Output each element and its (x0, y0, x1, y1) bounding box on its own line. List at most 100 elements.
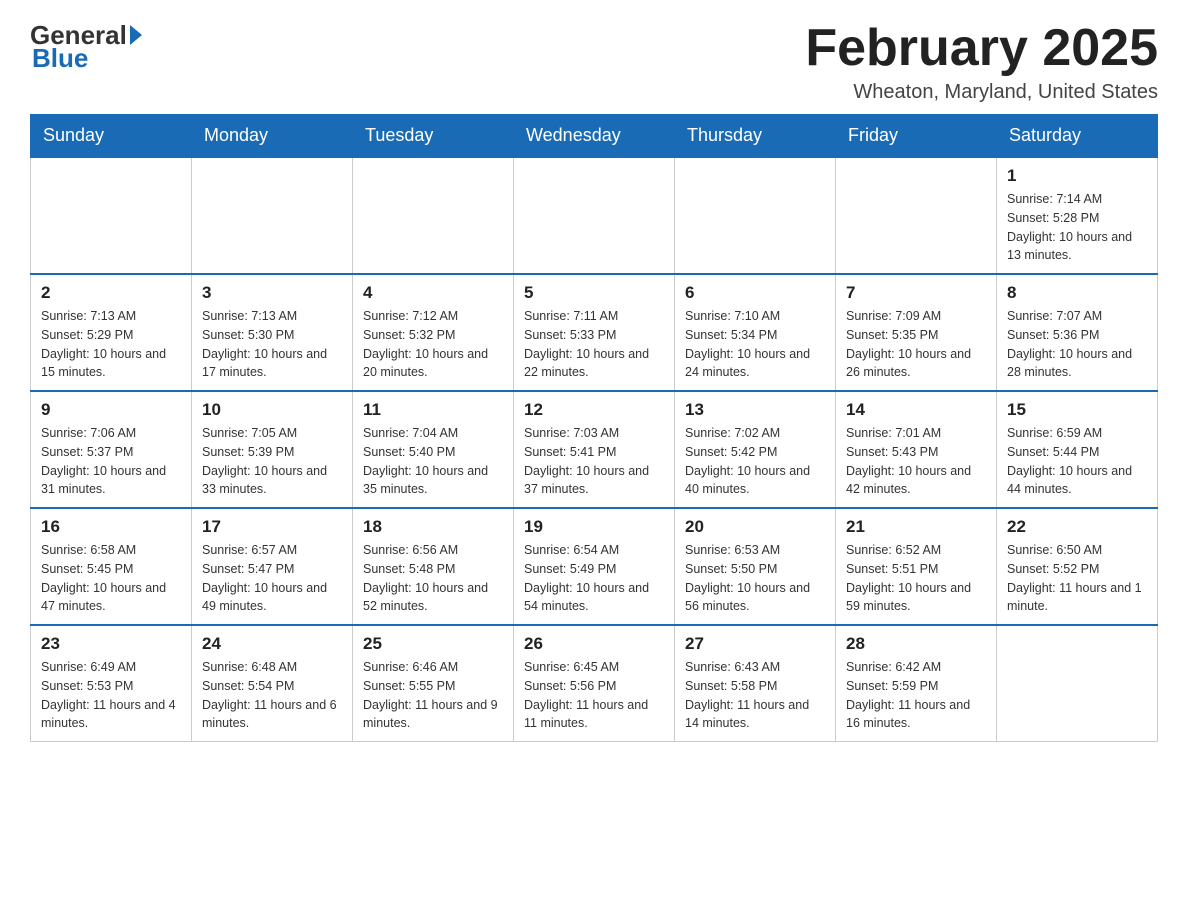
day-number: 26 (524, 634, 664, 654)
calendar-cell: 5 Sunrise: 7:11 AM Sunset: 5:33 PM Daylig… (514, 274, 675, 391)
day-number: 8 (1007, 283, 1147, 303)
calendar-cell (31, 157, 192, 274)
day-number: 1 (1007, 166, 1147, 186)
day-number: 18 (363, 517, 503, 537)
calendar-cell: 19 Sunrise: 6:54 AM Sunset: 5:49 PM Dayli… (514, 508, 675, 625)
day-number: 28 (846, 634, 986, 654)
day-number: 27 (685, 634, 825, 654)
day-number: 9 (41, 400, 181, 420)
location-subtitle: Wheaton, Maryland, United States (805, 81, 1158, 104)
calendar-cell: 8 Sunrise: 7:07 AM Sunset: 5:36 PM Daylig… (997, 274, 1158, 391)
day-number: 17 (202, 517, 342, 537)
calendar-cell: 11 Sunrise: 7:04 AM Sunset: 5:40 PM Dayli… (353, 391, 514, 508)
calendar-cell: 4 Sunrise: 7:12 AM Sunset: 5:32 PM Daylig… (353, 274, 514, 391)
day-info: Sunrise: 7:02 AM Sunset: 5:42 PM Dayligh… (685, 424, 825, 499)
day-info: Sunrise: 6:42 AM Sunset: 5:59 PM Dayligh… (846, 658, 986, 733)
calendar-cell: 24 Sunrise: 6:48 AM Sunset: 5:54 PM Dayli… (192, 625, 353, 742)
day-info: Sunrise: 7:09 AM Sunset: 5:35 PM Dayligh… (846, 307, 986, 382)
day-info: Sunrise: 6:58 AM Sunset: 5:45 PM Dayligh… (41, 541, 181, 616)
calendar-cell: 9 Sunrise: 7:06 AM Sunset: 5:37 PM Daylig… (31, 391, 192, 508)
calendar-cell: 26 Sunrise: 6:45 AM Sunset: 5:56 PM Dayli… (514, 625, 675, 742)
day-number: 25 (363, 634, 503, 654)
day-number: 21 (846, 517, 986, 537)
calendar-cell: 21 Sunrise: 6:52 AM Sunset: 5:51 PM Dayli… (836, 508, 997, 625)
day-number: 14 (846, 400, 986, 420)
calendar-cell: 13 Sunrise: 7:02 AM Sunset: 5:42 PM Dayli… (675, 391, 836, 508)
calendar-cell: 22 Sunrise: 6:50 AM Sunset: 5:52 PM Dayli… (997, 508, 1158, 625)
weekday-header-tuesday: Tuesday (353, 115, 514, 158)
day-number: 7 (846, 283, 986, 303)
calendar-week-row-4: 16 Sunrise: 6:58 AM Sunset: 5:45 PM Dayli… (31, 508, 1158, 625)
day-info: Sunrise: 6:53 AM Sunset: 5:50 PM Dayligh… (685, 541, 825, 616)
calendar-cell: 15 Sunrise: 6:59 AM Sunset: 5:44 PM Dayli… (997, 391, 1158, 508)
day-number: 15 (1007, 400, 1147, 420)
day-number: 2 (41, 283, 181, 303)
day-info: Sunrise: 7:11 AM Sunset: 5:33 PM Dayligh… (524, 307, 664, 382)
day-info: Sunrise: 7:06 AM Sunset: 5:37 PM Dayligh… (41, 424, 181, 499)
calendar-cell (353, 157, 514, 274)
calendar-cell (192, 157, 353, 274)
day-info: Sunrise: 7:12 AM Sunset: 5:32 PM Dayligh… (363, 307, 503, 382)
title-section: February 2025 Wheaton, Maryland, United … (805, 20, 1158, 104)
day-info: Sunrise: 6:59 AM Sunset: 5:44 PM Dayligh… (1007, 424, 1147, 499)
day-number: 10 (202, 400, 342, 420)
day-info: Sunrise: 7:05 AM Sunset: 5:39 PM Dayligh… (202, 424, 342, 499)
calendar-cell: 2 Sunrise: 7:13 AM Sunset: 5:29 PM Daylig… (31, 274, 192, 391)
day-number: 5 (524, 283, 664, 303)
calendar-week-row-1: 1 Sunrise: 7:14 AM Sunset: 5:28 PM Daylig… (31, 157, 1158, 274)
logo-arrow-icon (130, 25, 142, 45)
day-info: Sunrise: 6:46 AM Sunset: 5:55 PM Dayligh… (363, 658, 503, 733)
day-number: 20 (685, 517, 825, 537)
calendar-cell: 14 Sunrise: 7:01 AM Sunset: 5:43 PM Dayli… (836, 391, 997, 508)
calendar-cell: 10 Sunrise: 7:05 AM Sunset: 5:39 PM Dayli… (192, 391, 353, 508)
calendar-cell: 27 Sunrise: 6:43 AM Sunset: 5:58 PM Dayli… (675, 625, 836, 742)
day-info: Sunrise: 7:07 AM Sunset: 5:36 PM Dayligh… (1007, 307, 1147, 382)
calendar-cell: 18 Sunrise: 6:56 AM Sunset: 5:48 PM Dayli… (353, 508, 514, 625)
weekday-header-wednesday: Wednesday (514, 115, 675, 158)
calendar-week-row-5: 23Sunrise: 6:49 AM Sunset: 5:53 PM Dayli… (31, 625, 1158, 742)
day-info: Sunrise: 6:57 AM Sunset: 5:47 PM Dayligh… (202, 541, 342, 616)
calendar-cell: 3Sunrise: 7:13 AM Sunset: 5:30 PM Daylig… (192, 274, 353, 391)
day-info: Sunrise: 7:13 AM Sunset: 5:29 PM Dayligh… (41, 307, 181, 382)
weekday-header-sunday: Sunday (31, 115, 192, 158)
day-number: 4 (363, 283, 503, 303)
day-info: Sunrise: 6:48 AM Sunset: 5:54 PM Dayligh… (202, 658, 342, 733)
calendar-cell: 25 Sunrise: 6:46 AM Sunset: 5:55 PM Dayli… (353, 625, 514, 742)
day-info: Sunrise: 6:54 AM Sunset: 5:49 PM Dayligh… (524, 541, 664, 616)
calendar-week-row-2: 2 Sunrise: 7:13 AM Sunset: 5:29 PM Daylig… (31, 274, 1158, 391)
calendar-cell (997, 625, 1158, 742)
day-number: 13 (685, 400, 825, 420)
day-info: Sunrise: 7:14 AM Sunset: 5:28 PM Dayligh… (1007, 190, 1147, 265)
calendar-cell: 6 Sunrise: 7:10 AM Sunset: 5:34 PM Daylig… (675, 274, 836, 391)
calendar-cell: 28 Sunrise: 6:42 AM Sunset: 5:59 PM Dayli… (836, 625, 997, 742)
weekday-header-monday: Monday (192, 115, 353, 158)
calendar-cell (514, 157, 675, 274)
day-info: Sunrise: 7:10 AM Sunset: 5:34 PM Dayligh… (685, 307, 825, 382)
day-number: 22 (1007, 517, 1147, 537)
day-info: Sunrise: 6:43 AM Sunset: 5:58 PM Dayligh… (685, 658, 825, 733)
day-info: Sunrise: 7:04 AM Sunset: 5:40 PM Dayligh… (363, 424, 503, 499)
day-info: Sunrise: 6:56 AM Sunset: 5:48 PM Dayligh… (363, 541, 503, 616)
month-year-title: February 2025 (805, 20, 1158, 77)
day-info: Sunrise: 7:03 AM Sunset: 5:41 PM Dayligh… (524, 424, 664, 499)
day-number: 12 (524, 400, 664, 420)
day-number: 3 (202, 283, 342, 303)
day-number: 6 (685, 283, 825, 303)
calendar-cell: 1 Sunrise: 7:14 AM Sunset: 5:28 PM Daylig… (997, 157, 1158, 274)
calendar-cell: 7 Sunrise: 7:09 AM Sunset: 5:35 PM Daylig… (836, 274, 997, 391)
calendar-cell (836, 157, 997, 274)
day-number: 11 (363, 400, 503, 420)
day-number: 24 (202, 634, 342, 654)
day-info: Sunrise: 6:45 AM Sunset: 5:56 PM Dayligh… (524, 658, 664, 733)
calendar-cell: 20 Sunrise: 6:53 AM Sunset: 5:50 PM Dayli… (675, 508, 836, 625)
day-info: Sunrise: 7:01 AM Sunset: 5:43 PM Dayligh… (846, 424, 986, 499)
calendar-week-row-3: 9 Sunrise: 7:06 AM Sunset: 5:37 PM Daylig… (31, 391, 1158, 508)
day-number: 19 (524, 517, 664, 537)
day-number: 16 (41, 517, 181, 537)
calendar-cell: 17 Sunrise: 6:57 AM Sunset: 5:47 PM Dayli… (192, 508, 353, 625)
logo-blue-text: Blue (30, 43, 88, 74)
weekday-header-row: SundayMondayTuesdayWednesdayThursdayFrid… (31, 115, 1158, 158)
day-number: 23 (41, 634, 181, 654)
day-info: Sunrise: 6:50 AM Sunset: 5:52 PM Dayligh… (1007, 541, 1147, 616)
day-info: Sunrise: 6:52 AM Sunset: 5:51 PM Dayligh… (846, 541, 986, 616)
